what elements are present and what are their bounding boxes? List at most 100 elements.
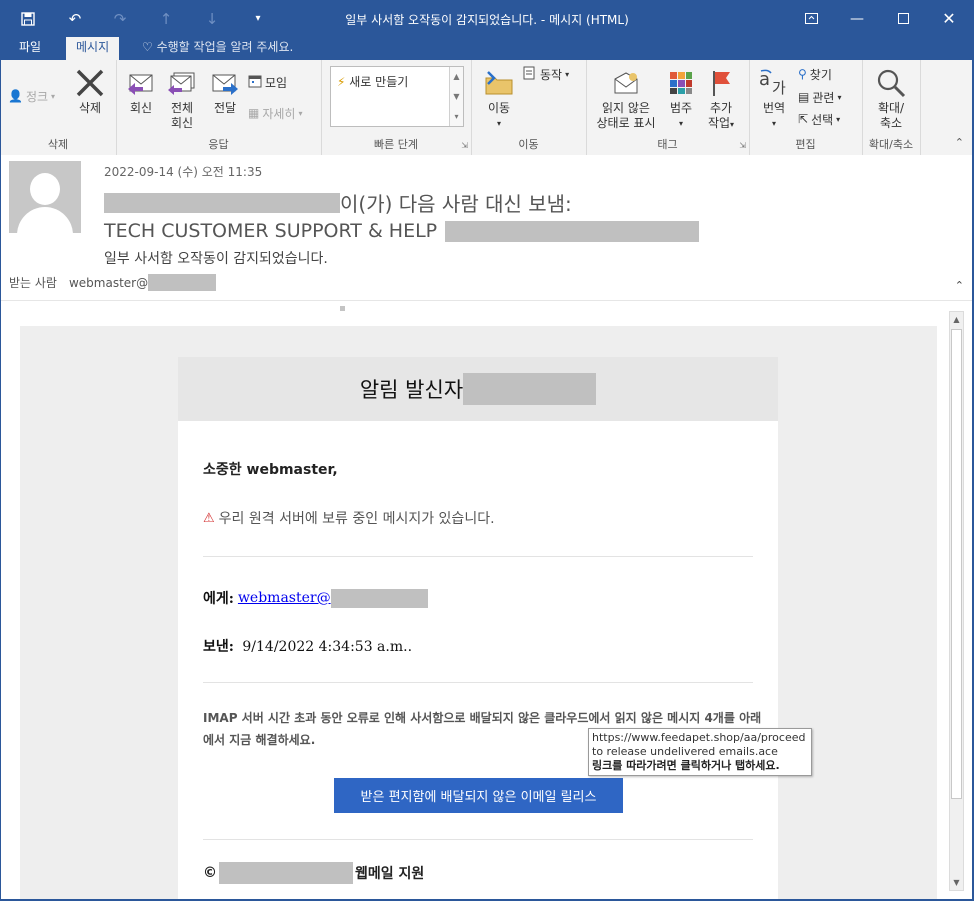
warning-icon: ⚠ bbox=[203, 510, 215, 526]
find-icon: ⚲ bbox=[798, 67, 807, 81]
junk-icon: 👤 bbox=[8, 89, 23, 103]
group-zoom-label: 확대/축소 bbox=[868, 138, 914, 151]
chevron-down-icon: ▾ bbox=[496, 119, 501, 128]
release-emails-button[interactable]: 받은 편지함에 배달되지 않은 이메일 릴리스 bbox=[334, 778, 623, 813]
forward-label: 전달 bbox=[213, 101, 237, 115]
divider bbox=[203, 556, 753, 557]
close-icon[interactable]: ✕ bbox=[926, 0, 972, 37]
translate-button[interactable]: a가 번역 ▾ bbox=[753, 66, 795, 131]
vertical-scrollbar[interactable]: ▲ ▼ bbox=[949, 311, 964, 891]
message-body: 알림 발신자 소중한 webmaster, ⚠ 우리 원격 서버에 보류 중인 … bbox=[0, 301, 974, 901]
gallery-scrollbar[interactable]: ▲ ▼ ▾ bbox=[449, 67, 463, 126]
redacted-title-domain bbox=[463, 373, 597, 405]
reply-icon bbox=[121, 66, 161, 100]
folder-move-icon bbox=[479, 66, 519, 100]
from-label: 보낸: bbox=[203, 639, 234, 655]
scroll-thumb[interactable] bbox=[951, 329, 962, 799]
reply-all-label-2: 회신 bbox=[170, 116, 194, 130]
cursor-icon: ⇱ bbox=[798, 112, 809, 126]
collapse-ribbon-icon[interactable]: ⌃ bbox=[955, 136, 964, 149]
actions-button[interactable]: 동작 ▾ bbox=[523, 64, 569, 84]
chevron-down-icon: ▾ bbox=[298, 108, 303, 118]
window-frame-left bbox=[0, 37, 1, 901]
followup-button[interactable]: 추가 작업▾ bbox=[701, 66, 741, 132]
chevron-down-icon: ▾ bbox=[565, 69, 570, 79]
more-respond-icon: ▦ bbox=[248, 106, 260, 120]
select-label: 선택 bbox=[811, 112, 834, 127]
chevron-down-icon: ▾ bbox=[836, 114, 841, 124]
tab-file[interactable]: 파일 bbox=[9, 37, 51, 60]
to-value[interactable]: webmaster@ bbox=[69, 276, 148, 290]
redacted-domain bbox=[148, 274, 217, 291]
related-button[interactable]: ▤ 관련 ▾ bbox=[798, 87, 841, 107]
redacted-company bbox=[219, 862, 353, 884]
more-button[interactable]: ▦ 자세히 ▾ bbox=[248, 103, 302, 123]
find-button[interactable]: ⚲ 찾기 bbox=[798, 64, 832, 84]
mark-unread-label-2: 상태로 표시 bbox=[596, 116, 656, 130]
chevron-up-icon: ▲ bbox=[453, 72, 460, 82]
collapse-header-icon[interactable]: ⌃ bbox=[955, 279, 964, 292]
group-delete: 👤 정크 ▾ 삭제 삭제 bbox=[0, 60, 117, 155]
group-delete-label: 삭제 bbox=[47, 138, 69, 151]
to-email-link[interactable]: webmaster@ bbox=[238, 590, 331, 606]
title-bar: ↶ ↷ ↑ ↓ ▾ 일부 사서함 오작동이 감지되었습니다. - 메시지 (HT… bbox=[0, 0, 974, 37]
tell-me-box[interactable]: ♡ 수행할 작업을 알려 주세요. bbox=[142, 37, 293, 60]
tooltip-url-2: to release undelivered emails.ace bbox=[592, 745, 778, 758]
to-line: 에게: webmaster@ bbox=[203, 588, 428, 608]
select-button[interactable]: ⇱ 선택 ▾ bbox=[798, 109, 840, 129]
mark-unread-button[interactable]: 읽지 않은 상태로 표시 bbox=[589, 66, 663, 131]
minimize-icon[interactable]: — bbox=[834, 0, 880, 37]
chevron-down-icon: ▾ bbox=[51, 91, 56, 101]
junk-button[interactable]: 👤 정크 ▾ bbox=[8, 86, 55, 106]
chevron-down-icon: ▼ bbox=[453, 91, 460, 101]
reply-label: 회신 bbox=[129, 101, 153, 115]
link-tooltip: https://www.feedapet.shop/aa/proceed to … bbox=[588, 728, 812, 776]
svg-text:a: a bbox=[759, 69, 770, 90]
delete-button[interactable]: 삭제 bbox=[70, 66, 110, 116]
divider bbox=[203, 839, 753, 840]
reply-all-button[interactable]: 전체 회신 bbox=[161, 66, 203, 131]
dialog-launcher-icon[interactable]: ⇲ bbox=[739, 141, 746, 150]
categorize-icon bbox=[664, 66, 698, 100]
meeting-label: 모임 bbox=[265, 75, 288, 90]
warning-line: ⚠ 우리 원격 서버에 보류 중인 메시지가 있습니다. bbox=[203, 508, 495, 528]
related-icon: ▤ bbox=[798, 90, 810, 104]
group-move-label: 이동 bbox=[518, 138, 539, 151]
footer: © 웹메일 지원 bbox=[203, 862, 424, 884]
lightbulb-icon: ♡ bbox=[142, 40, 153, 54]
ribbon-display-icon[interactable] bbox=[788, 0, 834, 37]
reply-all-label-1: 전체 bbox=[170, 101, 194, 115]
dialog-launcher-icon[interactable]: ⇲ bbox=[461, 141, 468, 150]
categorize-label: 범주 bbox=[669, 101, 693, 115]
categorize-button[interactable]: 범주 ▾ bbox=[664, 66, 698, 131]
delete-x-icon bbox=[70, 66, 110, 100]
redacted-sender-address bbox=[445, 220, 700, 242]
find-label: 찾기 bbox=[809, 67, 832, 82]
reply-button[interactable]: 회신 bbox=[121, 66, 161, 116]
scroll-down-icon[interactable]: ▼ bbox=[950, 875, 963, 890]
chevron-down-icon: ▾ bbox=[678, 119, 683, 128]
avatar bbox=[9, 161, 81, 233]
expand-gallery-icon: ▾ bbox=[454, 111, 459, 121]
message-header: 2022-09-14 (수) 오전 11:35 이(가) 다음 사람 대신 보냄… bbox=[0, 155, 974, 301]
move-button[interactable]: 이동 ▾ bbox=[479, 66, 519, 131]
tab-message[interactable]: 메시지 bbox=[66, 37, 120, 60]
followup-label-2: 작업 bbox=[707, 116, 731, 130]
sender-line[interactable]: TECH CUSTOMER SUPPORT & HELP bbox=[104, 220, 700, 242]
forward-button[interactable]: 전달 bbox=[205, 66, 245, 116]
more-label: 자세히 bbox=[262, 106, 296, 121]
tooltip-url-1: https://www.feedapet.shop/aa/proceed bbox=[592, 731, 806, 744]
email-background: 알림 발신자 소중한 webmaster, ⚠ 우리 원격 서버에 보류 중인 … bbox=[20, 326, 937, 901]
move-label: 이동 bbox=[487, 101, 511, 115]
translate-icon: a가 bbox=[753, 66, 795, 100]
warning-text: 우리 원격 서버에 보류 중인 메시지가 있습니다. bbox=[218, 511, 495, 527]
zoom-button[interactable]: 확대/ 축소 bbox=[868, 66, 914, 131]
group-tags-label: 태그 bbox=[657, 138, 678, 151]
to-label: 받는 사람 bbox=[9, 276, 57, 290]
maximize-icon[interactable] bbox=[880, 0, 926, 37]
actions-label: 동작 bbox=[540, 67, 563, 82]
quickstep-create-new[interactable]: ⚡ 새로 만들기 bbox=[337, 73, 408, 90]
quicksteps-gallery[interactable]: ⚡ 새로 만들기 ▲ ▼ ▾ bbox=[330, 66, 464, 127]
scroll-up-icon[interactable]: ▲ bbox=[950, 312, 963, 327]
meeting-button[interactable]: 모임 bbox=[248, 72, 287, 92]
